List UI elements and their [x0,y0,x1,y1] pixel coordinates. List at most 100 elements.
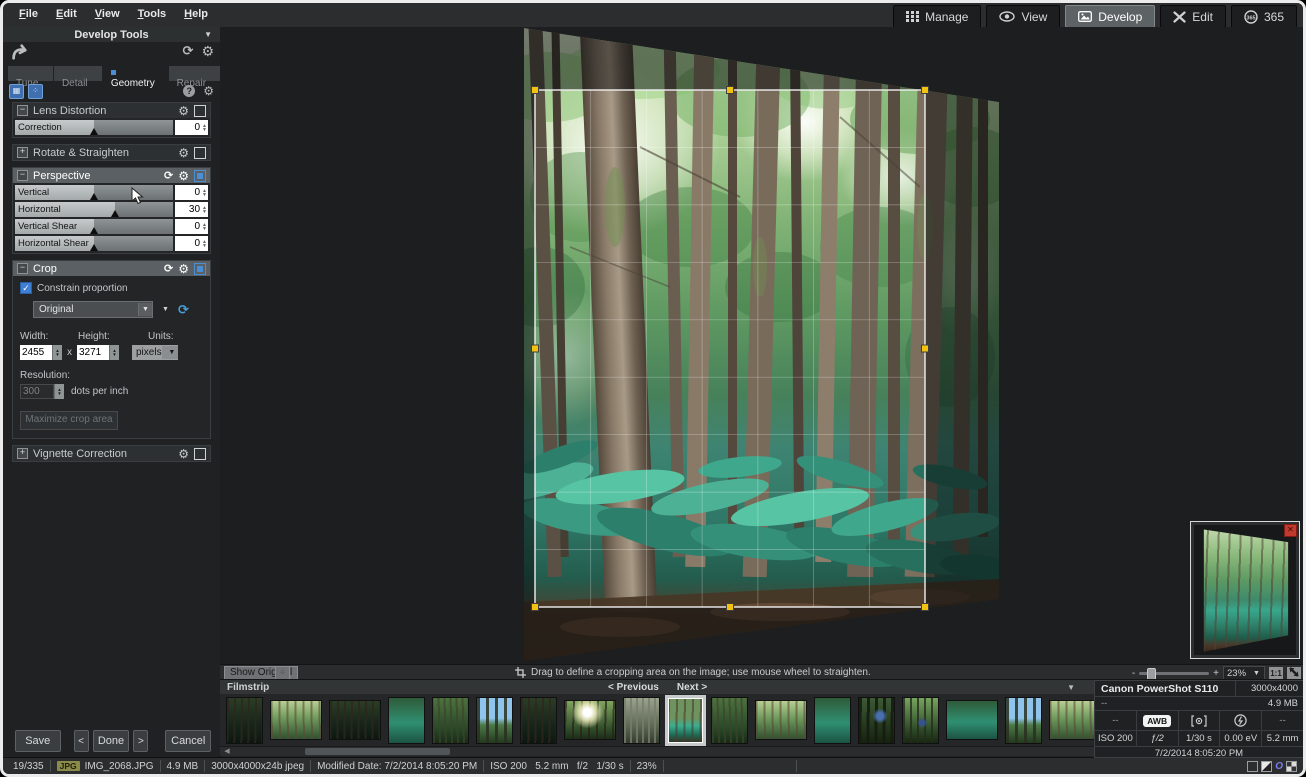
slider-thumb[interactable] [111,210,119,217]
section-enable-checkbox[interactable] [194,448,206,460]
units-dropdown[interactable]: pixels ▼ [132,345,178,360]
perspective-header[interactable]: − Perspective ⟳ ⚙ [13,168,210,183]
filmstrip-thumbnail[interactable] [271,701,321,739]
selection-preview-icon[interactable]: ⁘ [275,666,290,680]
lens-distortion-header[interactable]: − Lens Distortion ⚙ [13,103,210,118]
sync-status-icon[interactable]: O [1275,761,1283,772]
menu-item[interactable]: Tools [130,6,175,22]
gear-icon[interactable]: ⚙ [178,148,189,158]
filmstrip-thumbnail[interactable] [1050,701,1100,739]
previous-button[interactable]: < Previous [608,682,659,693]
rotate-crop-icon[interactable]: ⟳ [178,303,189,316]
filmstrip-thumbnail[interactable] [477,698,512,743]
crop-handle-bottom-left[interactable] [532,604,539,611]
reset-icon[interactable]: ⟳ [164,171,173,181]
section-enable-checkbox[interactable] [194,147,206,159]
crop-handle-mid-left[interactable] [532,345,539,352]
done-button[interactable]: Done [93,730,130,752]
menu-item[interactable]: Edit [48,6,85,22]
slider-value-input[interactable]: 0 ▲▼ [175,236,208,251]
chevron-down-icon[interactable]: ▼ [162,346,178,359]
cancel-button[interactable]: Cancel [165,730,211,752]
crop-handle-bottom-right[interactable] [922,604,929,611]
slider-thumb[interactable] [90,128,98,135]
help-icon[interactable]: ? [183,85,195,97]
section-enable-checkbox[interactable] [194,263,206,275]
develop-tab[interactable]: Repair [169,66,220,81]
slider-track[interactable]: Vertical [15,185,173,200]
crop-width-input[interactable]: ▲▼ [20,345,62,360]
save-button[interactable]: Save [15,730,61,752]
slider-track[interactable]: Vertical Shear [15,219,173,234]
close-icon[interactable]: ✕ [1284,524,1297,537]
navigator-thumbnail[interactable] [1196,527,1294,653]
crop-handle-bottom-center[interactable] [727,604,734,611]
constrain-proportion-checkbox[interactable]: ✓ [20,282,32,294]
collapse-icon[interactable]: − [17,170,28,181]
view-mode-button[interactable]: View [986,5,1060,28]
crop-header[interactable]: − Crop ⟳ ⚙ [13,261,210,276]
zoom-out-button[interactable]: - [1132,668,1135,679]
section-enable-checkbox[interactable] [194,170,206,182]
image-viewer[interactable]: ✕ [220,27,1303,664]
slider-value-input[interactable]: 0 ▲▼ [175,120,208,135]
crop-handle-top-center[interactable] [727,87,734,94]
slider-track[interactable]: Correction [15,120,173,135]
slider-track[interactable]: Horizontal [15,202,173,217]
filmstrip-thumbnail[interactable] [815,698,850,743]
gear-icon[interactable]: ⚙ [178,106,189,116]
rotate-straighten-header[interactable]: + Rotate & Straighten ⚙ [13,145,210,160]
crop-height-input[interactable]: ▲▼ [77,345,119,360]
grid-overlay-icon[interactable]: ▦ [9,84,24,99]
filmstrip-thumbnail[interactable] [521,698,556,743]
filmstrip-thumbnail[interactable] [1006,698,1041,743]
spinner-arrows[interactable]: ▲▼ [202,223,207,231]
expand-icon[interactable]: + [17,147,28,158]
panel-header[interactable]: Develop Tools ▼ [3,27,220,42]
filmstrip-thumbnail[interactable] [859,698,894,743]
maximize-crop-area-button[interactable]: Maximize crop area [20,411,118,430]
edit-mode-button[interactable]: Edit [1160,5,1226,28]
reset-settings-icon[interactable]: ⟳ [183,44,194,58]
previous-image-button[interactable]: < [74,730,89,752]
section-enable-checkbox[interactable] [194,105,206,117]
pending-square-icon[interactable] [1247,761,1258,772]
navigator-panel[interactable]: ✕ [1190,521,1300,659]
zoom-in-button[interactable]: + [1213,668,1219,679]
menu-item[interactable]: File [11,6,46,22]
filmstrip-thumbnail[interactable] [903,698,938,743]
checkered-status-icon[interactable] [1286,761,1297,772]
snap-points-icon[interactable]: ⁘ [28,84,43,99]
develop-tab[interactable]: Tune [8,66,53,81]
filmstrip-thumbnail[interactable] [668,698,703,743]
filmstrip-thumbnail[interactable] [565,701,615,739]
manage-mode-button[interactable]: Manage [893,5,981,28]
collapse-icon[interactable]: − [17,263,28,274]
spinner-arrows[interactable]: ▲▼ [202,124,207,132]
filmstrip-thumbnail[interactable] [712,698,747,743]
develop-tab[interactable]: Geometry [103,66,168,81]
spinner-arrows[interactable]: ▲▼ [109,345,119,360]
scrollbar-thumb[interactable] [305,748,450,755]
half-filled-square-icon[interactable] [1261,761,1272,772]
scroll-left-arrow[interactable]: ◀ [222,747,232,756]
slider-thumb[interactable] [90,193,98,200]
collapse-icon[interactable]: − [17,105,28,116]
filmstrip-thumbnail[interactable] [389,698,424,743]
crop-handle-top-left[interactable] [532,87,539,94]
develop-mode-button[interactable]: Develop [1065,5,1155,28]
filmstrip-thumbnail[interactable] [947,701,997,739]
preset-menu-caret[interactable]: ▼ [162,306,169,313]
zoom-slider[interactable] [1139,672,1209,675]
365-mode-button[interactable]: 365 365 [1231,5,1297,28]
filmstrip-thumbnail[interactable] [330,701,380,739]
gear-icon[interactable]: ⚙ [178,449,189,459]
slider-value-input[interactable]: 0 ▲▼ [175,185,208,200]
slider-thumb[interactable] [90,244,98,251]
slider-value-input[interactable]: 0 ▲▼ [175,219,208,234]
filmstrip-thumbnail[interactable] [756,701,806,739]
filmstrip-menu-caret[interactable]: ▼ [1067,683,1075,692]
develop-tab[interactable]: Detail [54,66,102,81]
gear-icon[interactable]: ⚙ [201,44,214,58]
slider-value-input[interactable]: 30 ▲▼ [175,202,208,217]
